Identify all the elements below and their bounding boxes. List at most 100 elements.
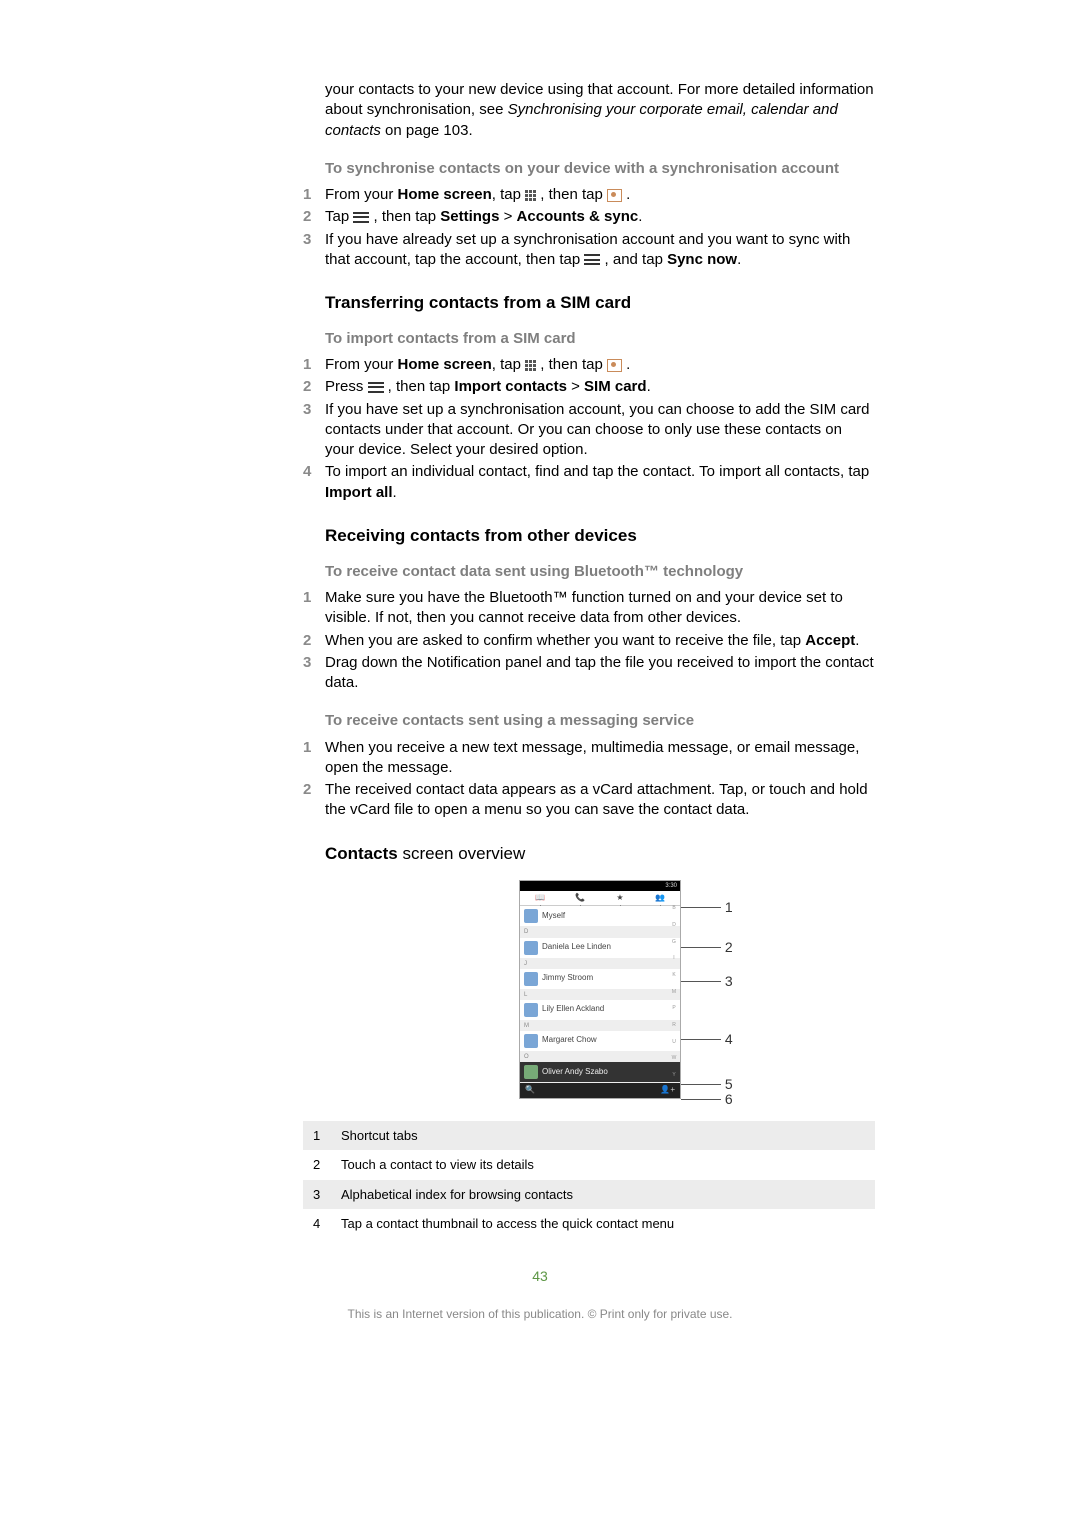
index-separator: M bbox=[520, 1021, 680, 1031]
heading-bold: Contacts bbox=[325, 844, 398, 863]
contact-row: Daniela Lee Linden bbox=[520, 938, 680, 959]
steps-import-sim: 1 From your Home screen, tap , then tap … bbox=[303, 355, 875, 503]
step-text: The received contact data appears as a v… bbox=[325, 780, 875, 821]
legend-num: 4 bbox=[313, 1215, 341, 1233]
step-row: 1 From your Home screen, tap , then tap … bbox=[303, 355, 875, 375]
text: From your bbox=[325, 186, 398, 203]
bold-text: Sync now bbox=[667, 251, 737, 268]
intro-paragraph: your contacts to your new device using t… bbox=[325, 80, 875, 141]
callout-number: 3 bbox=[725, 973, 733, 989]
index-separator: J bbox=[520, 959, 680, 969]
text: . bbox=[737, 251, 741, 268]
text: . bbox=[855, 632, 859, 649]
legend-row: 2Touch a contact to view its details bbox=[303, 1150, 875, 1180]
avatar bbox=[524, 941, 538, 955]
step-number: 2 bbox=[303, 780, 325, 821]
contact-row: Jimmy Stroom bbox=[520, 969, 680, 990]
step-row: 2 Press , then tap Import contacts > SIM… bbox=[303, 377, 875, 397]
menu-icon bbox=[368, 382, 384, 393]
heading-transfer: Transferring contacts from a SIM card bbox=[325, 292, 875, 315]
contact-row: Myself bbox=[520, 906, 680, 927]
contact-row: Margaret Chow bbox=[520, 1031, 680, 1052]
menu-icon bbox=[353, 212, 369, 223]
callout-4: 4 bbox=[681, 1030, 733, 1049]
text: Press bbox=[325, 378, 368, 395]
legend-text: Touch a contact to view its details bbox=[341, 1156, 534, 1174]
search-icon: 🔍 bbox=[525, 1085, 535, 1096]
step-row: 3Drag down the Notification panel and ta… bbox=[303, 653, 875, 694]
step-row: 2 Tap , then tap Settings > Accounts & s… bbox=[303, 207, 875, 227]
step-row: 1Make sure you have the Bluetooth™ funct… bbox=[303, 588, 875, 629]
bottom-bar: 🔍 👤+ bbox=[520, 1083, 680, 1098]
step-text: When you receive a new text message, mul… bbox=[325, 738, 875, 779]
legend-row: 1Shortcut tabs bbox=[303, 1121, 875, 1151]
legend-row: 4Tap a contact thumbnail to access the q… bbox=[303, 1209, 875, 1239]
content-area: your contacts to your new device using t… bbox=[325, 80, 875, 1239]
status-bar: 3:30 bbox=[520, 881, 680, 891]
step-row: 1 From your Home screen, tap , then tap … bbox=[303, 185, 875, 205]
subheading-sync: To synchronise contacts on your device w… bbox=[325, 159, 875, 179]
step-row: 1When you receive a new text message, mu… bbox=[303, 738, 875, 779]
callout-2: 2 bbox=[681, 938, 733, 957]
text: When you are asked to confirm whether yo… bbox=[325, 632, 805, 649]
alpha-index: BDGIKMPRUWY bbox=[670, 901, 678, 1084]
page-number: 43 bbox=[205, 1267, 875, 1286]
contact-icon bbox=[607, 359, 622, 372]
text: , then tap bbox=[536, 186, 607, 203]
text: To import an individual contact, find an… bbox=[325, 463, 869, 480]
steps-bluetooth: 1Make sure you have the Bluetooth™ funct… bbox=[303, 588, 875, 693]
subheading-bluetooth: To receive contact data sent using Bluet… bbox=[325, 562, 875, 582]
contact-row: Lily Ellen Ackland bbox=[520, 1000, 680, 1021]
avatar bbox=[524, 909, 538, 923]
text: , tap bbox=[492, 186, 525, 203]
document-page: your contacts to your new device using t… bbox=[145, 0, 935, 1362]
apps-grid-icon bbox=[525, 190, 536, 201]
callout-number: 6 bbox=[725, 1091, 733, 1107]
index-separator: L bbox=[520, 990, 680, 1000]
apps-grid-icon bbox=[525, 360, 536, 371]
step-number: 1 bbox=[303, 185, 325, 205]
step-text: From your Home screen, tap , then tap . bbox=[325, 185, 875, 205]
step-text: Drag down the Notification panel and tap… bbox=[325, 653, 875, 694]
step-text: To import an individual contact, find an… bbox=[325, 462, 875, 503]
bold-text: Accounts & sync bbox=[517, 208, 639, 225]
callout-number: 1 bbox=[725, 899, 733, 915]
intro-text-b: on page 103. bbox=[381, 122, 473, 139]
step-text: Press , then tap Import contacts > SIM c… bbox=[325, 377, 875, 397]
callout-number: 2 bbox=[725, 939, 733, 955]
step-row: 2When you are asked to confirm whether y… bbox=[303, 631, 875, 651]
step-text: Make sure you have the Bluetooth™ functi… bbox=[325, 588, 875, 629]
step-text: Tap , then tap Settings > Accounts & syn… bbox=[325, 207, 875, 227]
step-row: 2The received contact data appears as a … bbox=[303, 780, 875, 821]
footer-text: This is an Internet version of this publ… bbox=[205, 1306, 875, 1322]
step-number: 2 bbox=[303, 377, 325, 397]
contact-name: Lily Ellen Ackland bbox=[542, 1004, 604, 1015]
text: . bbox=[393, 484, 397, 501]
subheading-messaging: To receive contacts sent using a messagi… bbox=[325, 711, 875, 731]
legend-table: 1Shortcut tabs 2Touch a contact to view … bbox=[303, 1121, 875, 1239]
step-number: 1 bbox=[303, 588, 325, 629]
step-number: 2 bbox=[303, 631, 325, 651]
heading-receive: Receiving contacts from other devices bbox=[325, 525, 875, 548]
callout-3: 3 bbox=[681, 972, 733, 991]
avatar bbox=[524, 1003, 538, 1017]
callout-number: 4 bbox=[725, 1031, 733, 1047]
steps-messaging: 1When you receive a new text message, mu… bbox=[303, 738, 875, 821]
callout-1: 1 bbox=[681, 898, 733, 917]
bold-text: SIM card bbox=[584, 378, 647, 395]
step-number: 3 bbox=[303, 653, 325, 694]
text: . bbox=[622, 186, 630, 203]
index-separator: D bbox=[520, 927, 680, 937]
avatar bbox=[524, 1065, 538, 1079]
step-text: If you have already set up a synchronisa… bbox=[325, 230, 875, 271]
bold-text: Settings bbox=[440, 208, 499, 225]
step-number: 3 bbox=[303, 400, 325, 461]
text: . bbox=[622, 356, 630, 373]
legend-num: 2 bbox=[313, 1156, 341, 1174]
legend-num: 3 bbox=[313, 1186, 341, 1204]
step-number: 1 bbox=[303, 355, 325, 375]
step-row: 3 If you have already set up a synchroni… bbox=[303, 230, 875, 271]
bold-text: Home screen bbox=[398, 186, 492, 203]
contact-name: Oliver Andy Szabo bbox=[542, 1067, 608, 1078]
step-number: 1 bbox=[303, 738, 325, 779]
